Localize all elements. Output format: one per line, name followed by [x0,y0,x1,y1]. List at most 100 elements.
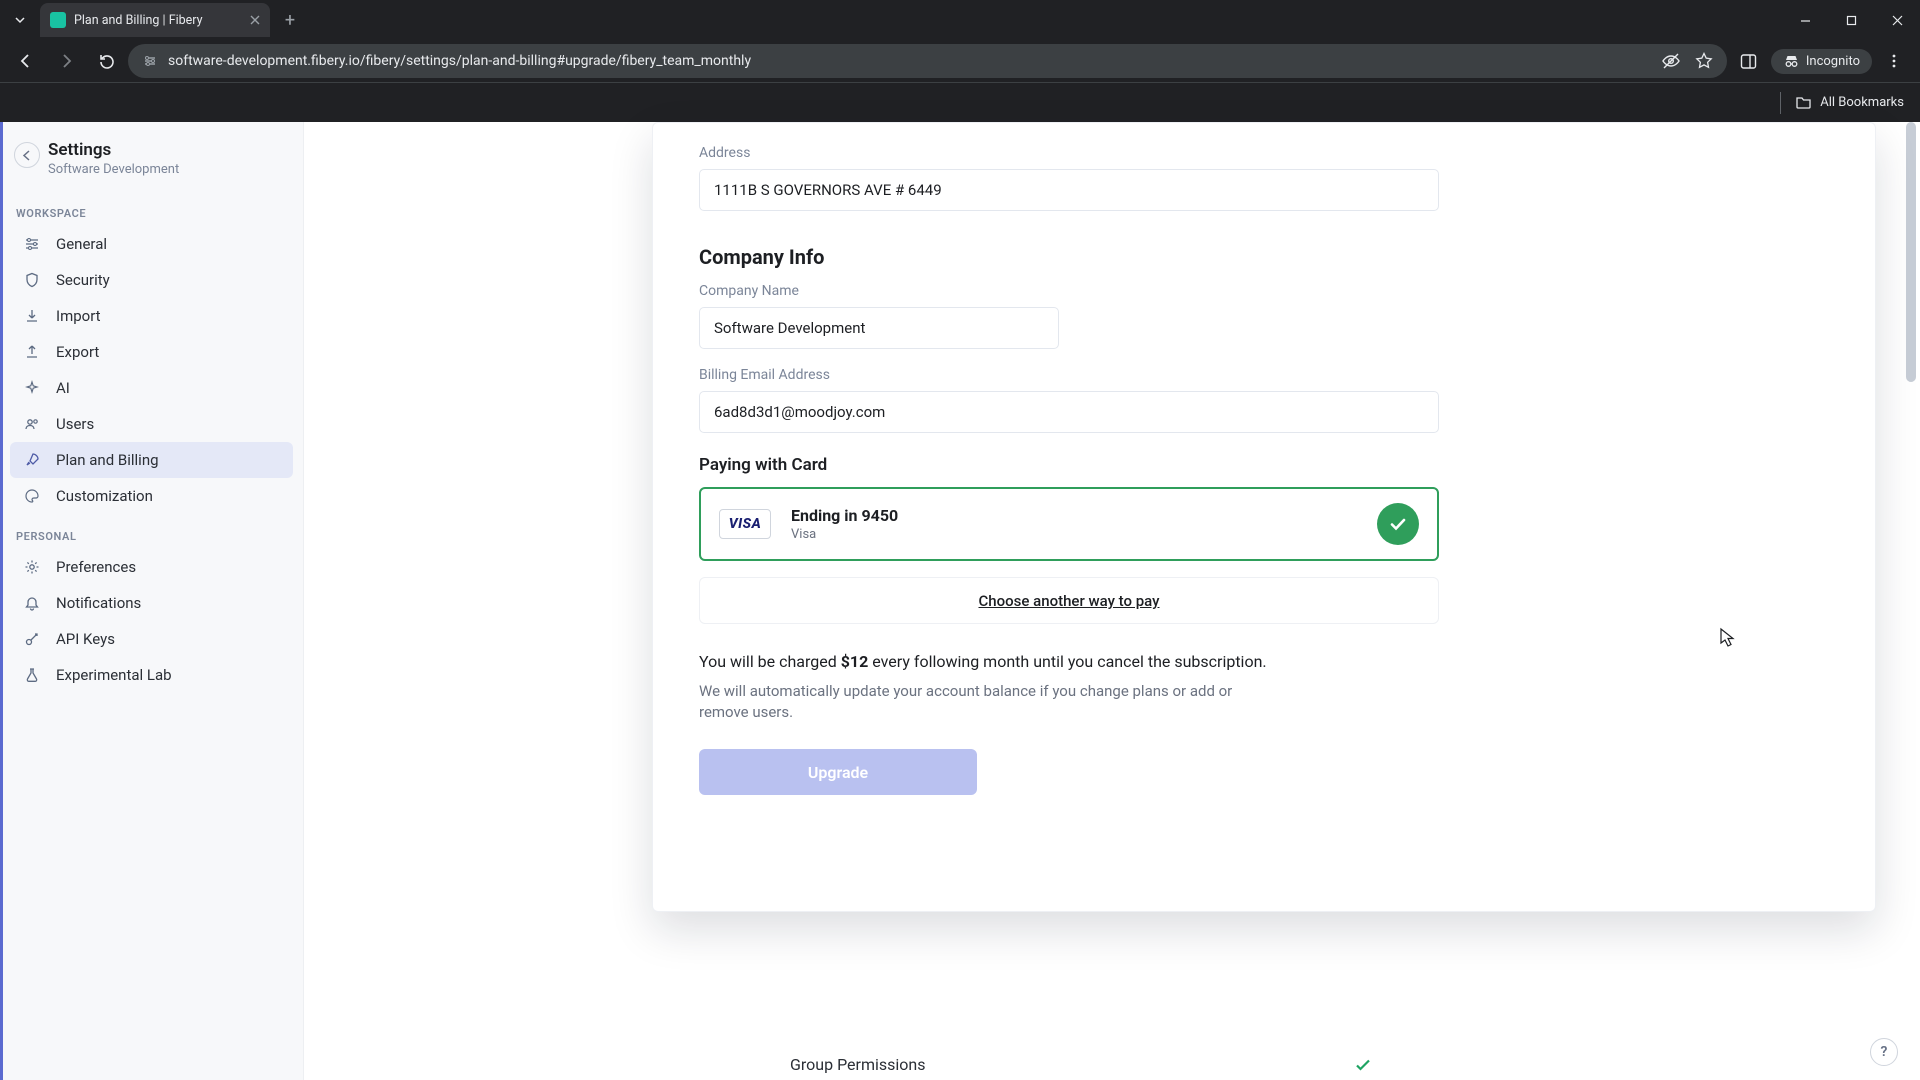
sidebar-item-label: Plan and Billing [56,451,159,469]
scrollbar-thumb[interactable] [1906,122,1916,382]
browser-chrome: Plan and Billing | Fibery + software-dev… [0,0,1920,122]
side-panel-button[interactable] [1731,43,1767,79]
sidebar-item-label: API Keys [56,630,115,648]
back-button[interactable] [8,43,44,79]
key-icon [22,631,42,647]
sidebar-item-customization[interactable]: Customization [10,478,293,514]
incognito-chip[interactable]: Incognito [1771,49,1872,74]
tab-title: Plan and Billing | Fibery [74,13,242,28]
upgrade-modal: Address Company Info Company Name Billin… [652,122,1876,912]
paying-with-card-title: Paying with Card [699,455,1829,475]
sidebar-title: Settings [48,140,179,160]
tab-search-button[interactable] [6,6,34,34]
nav-workspace: General Security Import Export AI Users … [0,226,303,514]
divider [1780,92,1781,114]
sidebar-item-label: General [56,235,107,253]
folder-icon [1795,94,1812,111]
sidebar-item-label: Customization [56,487,153,505]
reload-button[interactable] [88,43,124,79]
rocket-icon [22,452,42,468]
browser-menu-button[interactable] [1876,43,1912,79]
bell-icon [22,595,42,611]
all-bookmarks-label: All Bookmarks [1820,95,1904,110]
address-label: Address [699,145,1829,161]
sidebar-item-export[interactable]: Export [10,334,293,370]
new-tab-button[interactable]: + [276,6,304,34]
sparkle-icon [22,380,42,396]
selected-check-icon [1377,503,1419,545]
export-icon [22,344,42,360]
company-name-label: Company Name [699,283,1829,299]
vertical-scrollbar[interactable] [1904,122,1918,1080]
import-icon [22,308,42,324]
palette-icon [22,488,42,504]
favicon [50,12,66,28]
close-window-button[interactable] [1874,0,1920,40]
sidebar-item-import[interactable]: Import [10,298,293,334]
sidebar-item-label: Users [56,415,94,433]
sidebar-item-experimental-lab[interactable]: Experimental Lab [10,657,293,693]
charge-summary: You will be charged $12 every following … [699,652,1829,671]
sidebar-item-general[interactable]: General [10,226,293,262]
card-brand-label: Visa [791,527,898,542]
sidebar-item-users[interactable]: Users [10,406,293,442]
address-input[interactable] [699,169,1439,211]
minimize-button[interactable] [1782,0,1828,40]
all-bookmarks-button[interactable]: All Bookmarks [1795,94,1904,111]
sidebar-item-label: Security [56,271,110,289]
incognito-label: Incognito [1806,54,1860,69]
saved-card[interactable]: VISA Ending in 9450 Visa [699,487,1439,561]
sidebar-accent [0,122,3,1080]
sidebar-header: Settings Software Development [0,122,303,191]
help-button[interactable]: ? [1870,1038,1898,1066]
bookmark-star-icon[interactable] [1695,52,1713,70]
browser-tab[interactable]: Plan and Billing | Fibery [40,3,270,37]
feature-row-group-permissions: Group Permissions [790,1055,1380,1074]
page-viewport: Settings Software Development WORKSPACE … [0,122,1920,1080]
check-icon [1354,1056,1372,1074]
sidebar-item-label: Notifications [56,594,141,612]
maximize-button[interactable] [1828,0,1874,40]
company-info-title: Company Info [699,245,1829,269]
eye-off-icon[interactable] [1661,51,1681,71]
app-shell: Settings Software Development WORKSPACE … [0,122,1920,1080]
sidebar-item-label: AI [56,379,70,397]
choose-another-way-link[interactable]: Choose another way to pay [979,592,1160,610]
sidebar-item-api-keys[interactable]: API Keys [10,621,293,657]
back-to-workspace-button[interactable] [14,142,40,168]
company-name-input[interactable] [699,307,1059,349]
sidebar-item-label: Experimental Lab [56,666,172,684]
users-icon [22,416,42,432]
billing-email-input[interactable] [699,391,1439,433]
tabstrip: Plan and Billing | Fibery + [0,0,1920,40]
section-workspace-label: WORKSPACE [0,191,303,226]
card-ending-label: Ending in 9450 [791,506,898,525]
close-tab-icon[interactable] [250,15,260,25]
flask-icon [22,667,42,683]
choose-another-way-button[interactable]: Choose another way to pay [699,577,1439,624]
address-bar[interactable]: software-development.fibery.io/fibery/se… [128,44,1727,78]
charge-note: We will automatically update your accoun… [699,681,1279,723]
page-main: % Pay monthly Group Permissions ? Addres… [304,122,1920,1080]
sidebar-item-plan-and-billing[interactable]: Plan and Billing [10,442,293,478]
nav-personal: Preferences Notifications API Keys Exper… [0,549,303,693]
sidebar-item-security[interactable]: Security [10,262,293,298]
cursor-icon [1719,627,1737,649]
charge-amount: $12 [841,652,869,671]
site-settings-icon[interactable] [142,53,158,69]
gear-icon [22,559,42,575]
sliders-icon [22,236,42,252]
browser-toolbar: software-development.fibery.io/fibery/se… [0,40,1920,82]
sidebar-subtitle: Software Development [48,162,179,177]
upgrade-button[interactable]: Upgrade [699,749,977,795]
sidebar-item-ai[interactable]: AI [10,370,293,406]
sidebar-item-notifications[interactable]: Notifications [10,585,293,621]
sidebar-item-label: Export [56,343,99,361]
billing-email-label: Billing Email Address [699,367,1829,383]
forward-button[interactable] [48,43,84,79]
sidebar-item-label: Import [56,307,101,325]
window-controls [1782,0,1920,40]
sidebar-item-preferences[interactable]: Preferences [10,549,293,585]
url-text: software-development.fibery.io/fibery/se… [168,53,751,69]
settings-sidebar: Settings Software Development WORKSPACE … [0,122,304,1080]
